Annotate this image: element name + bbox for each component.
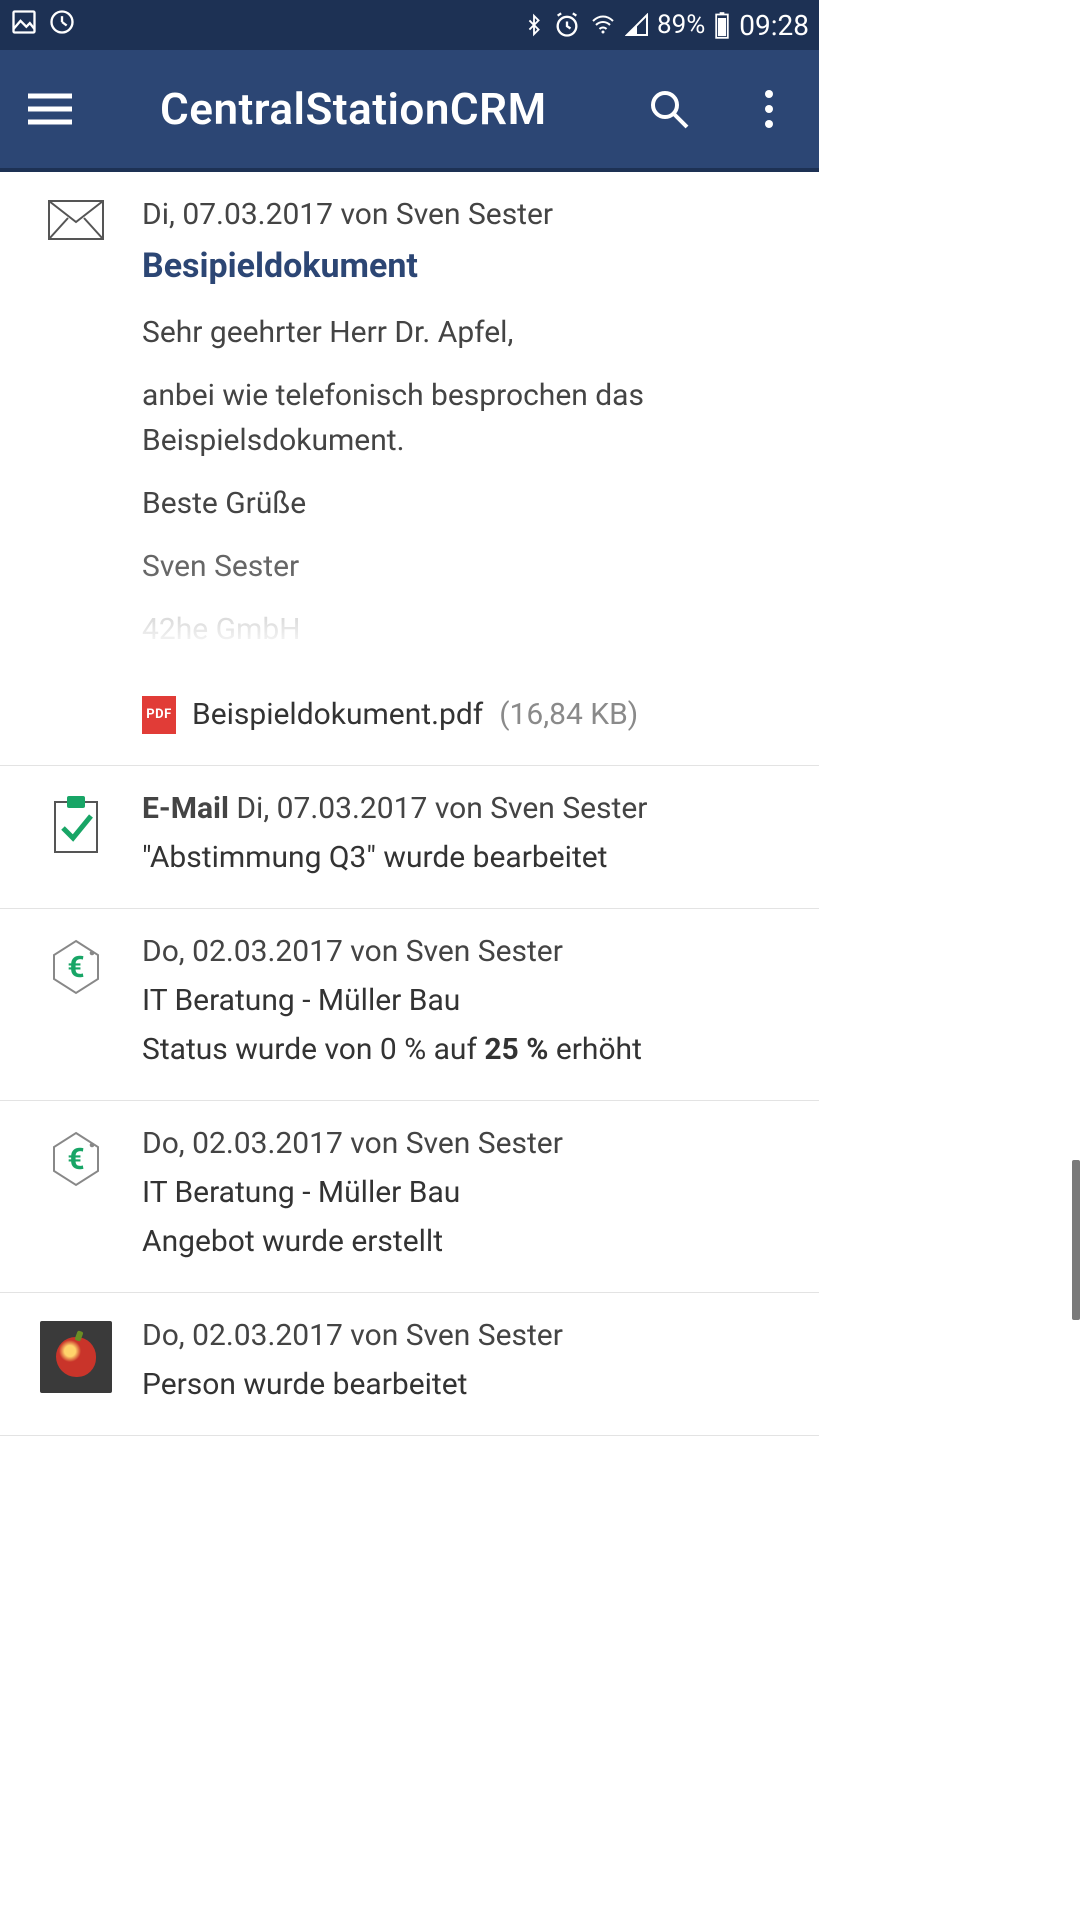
body-line: anbei wie telefonisch besprochen das Bei… [142,373,789,463]
status-left-icons [10,8,76,43]
clock-outline-icon [48,8,76,43]
svg-text:€: € [67,950,84,985]
envelope-icon [40,192,112,737]
item-desc: Angebot wurde erstellt [142,1219,789,1264]
feed-item-email[interactable]: Di, 07.03.2017 von Sven Sester Besipield… [0,172,819,766]
body-line: Sven Sester [142,544,789,589]
item-title: IT Beratung - Müller Bau [142,978,789,1023]
app-bar: CentralStationCRM [0,50,819,172]
feed-item-person[interactable]: Do, 02.03.2017 von Sven Sester Person wu… [0,1293,819,1436]
svg-text:€: € [67,1142,84,1177]
clipboard-check-icon [40,786,112,880]
wifi-icon [589,13,617,37]
signal-icon [625,13,649,37]
item-meta: Do, 02.03.2017 von Sven Sester [142,1313,789,1358]
battery-icon [713,11,731,39]
email-body-preview: Sehr geehrter Herr Dr. Apfel, anbei wie … [142,292,789,652]
desc-post: erhöht [548,1032,642,1067]
item-desc: "Abstimmung Q3" wurde bearbeitet [142,835,789,880]
clock-time: 09:28 [739,9,809,42]
item-meta: E-Mail Di, 07.03.2017 von Sven Sester [142,786,789,831]
item-meta: Do, 02.03.2017 von Sven Sester [142,929,789,974]
scrollbar-thumb[interactable] [1072,1160,1080,1320]
feed-item-task[interactable]: E-Mail Di, 07.03.2017 von Sven Sester "A… [0,766,819,909]
more-vert-icon[interactable] [739,79,799,139]
body-line: Beste Grüße [142,481,789,526]
status-bar: 89% 09:28 [0,0,819,50]
euro-tag-icon: € [40,929,112,1072]
avatar-thumbnail [40,1313,112,1407]
feed-item-note[interactable]: Do, 23.02.2017 von Sven Sester Bild Imke… [0,1436,819,1456]
item-meta: Do, 02.03.2017 von Sven Sester [142,1121,789,1166]
status-right: 89% 09:28 [523,9,809,42]
item-desc: Status wurde von 0 % auf 25 % erhöht [142,1027,789,1072]
image-icon [10,8,38,43]
desc-bold: 25 % [484,1032,548,1067]
desc-pre: Status wurde von 0 % auf [142,1032,484,1067]
bluetooth-icon [523,11,545,39]
euro-tag-icon: € [40,1121,112,1264]
attachment-name: Beispieldokument.pdf [192,692,483,737]
activity-feed[interactable]: Di, 07.03.2017 von Sven Sester Besipield… [0,172,819,1456]
app-title: CentralStationCRM [120,83,599,135]
hamburger-menu-icon[interactable] [20,79,80,139]
item-type-label: E-Mail [142,791,229,826]
feed-item-deal[interactable]: € Do, 02.03.2017 von Sven Sester IT Bera… [0,1101,819,1293]
body-line: Sehr geehrter Herr Dr. Apfel, [142,310,789,355]
item-desc: Person wurde bearbeitet [142,1362,789,1407]
alarm-icon [553,11,581,39]
pdf-icon: PDF [142,696,176,734]
item-meta-rest: Di, 07.03.2017 von Sven Sester [229,791,648,826]
battery-percent: 89% [657,10,705,40]
attachment-row[interactable]: PDF Beispieldokument.pdf (16,84 KB) [142,692,789,737]
item-subject: Besipieldokument [142,241,789,292]
item-meta: Di, 07.03.2017 von Sven Sester [142,192,789,237]
attachment-size: (16,84 KB) [499,692,638,737]
feed-item-deal[interactable]: € Do, 02.03.2017 von Sven Sester IT Bera… [0,909,819,1101]
item-title: IT Beratung - Müller Bau [142,1170,789,1215]
body-line: 42he GmbH [142,607,789,652]
search-icon[interactable] [639,79,699,139]
